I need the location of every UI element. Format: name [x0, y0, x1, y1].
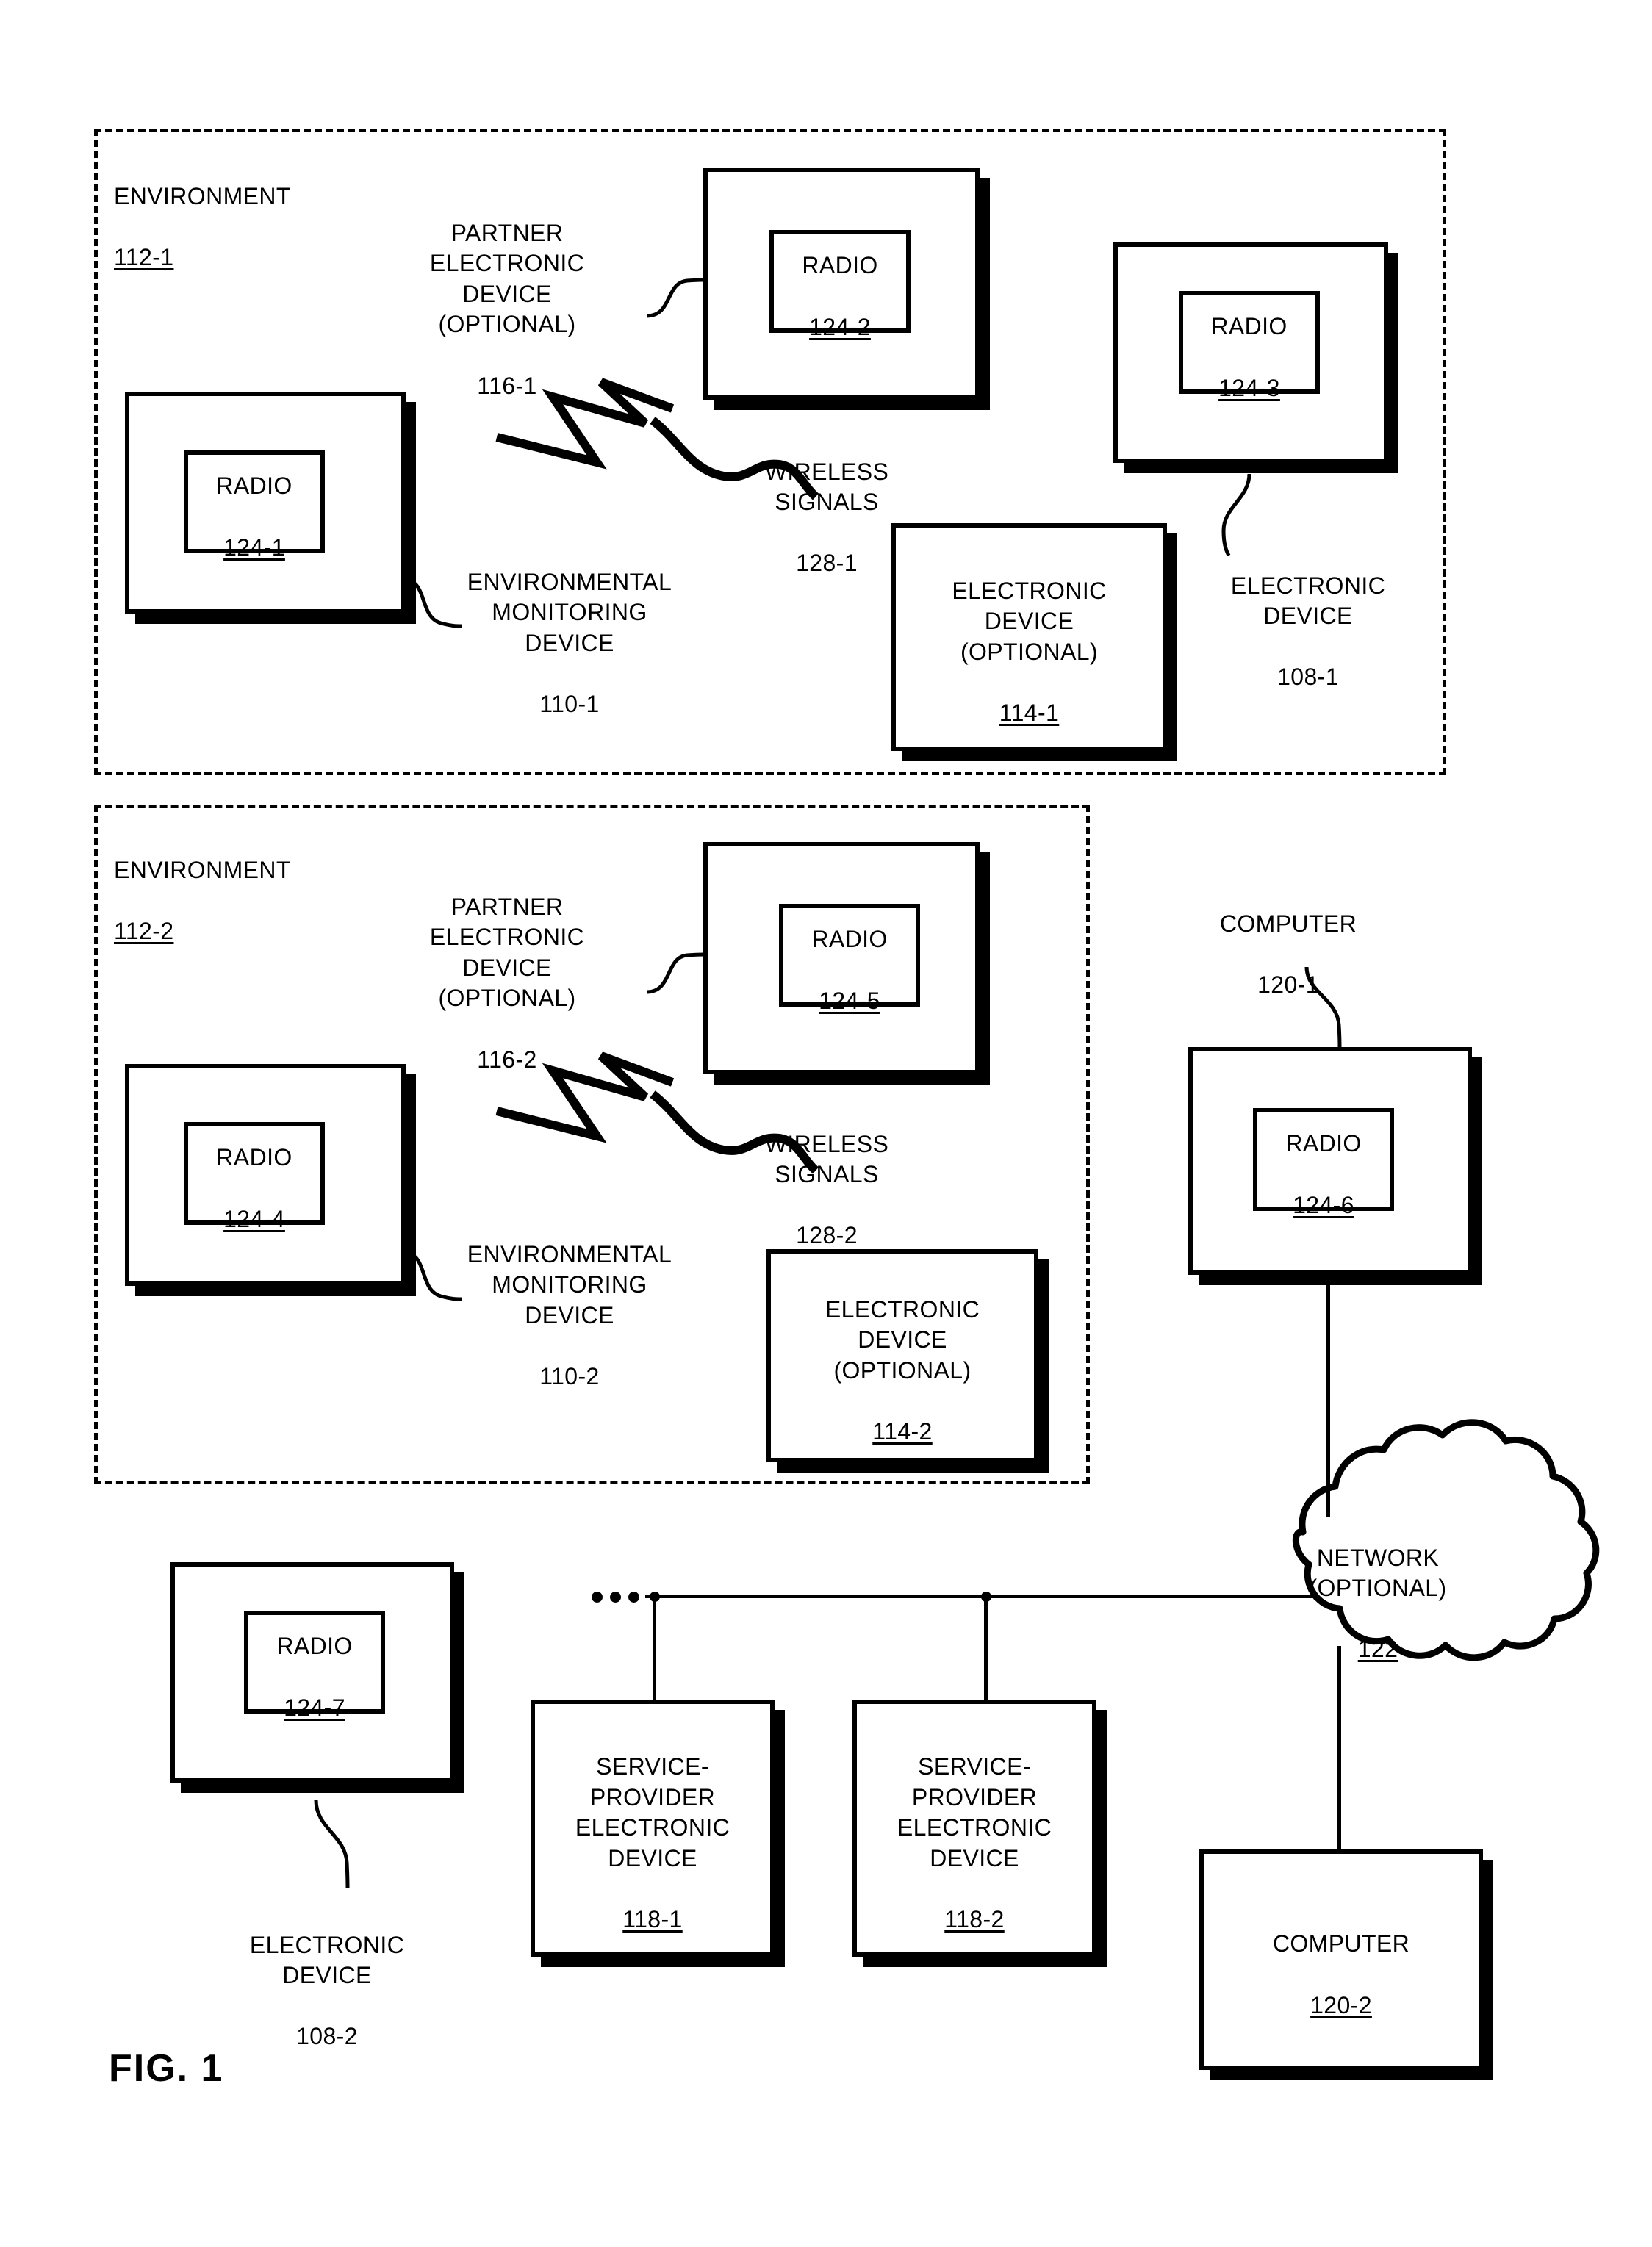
- radio-124-5-ref: 124-5: [819, 987, 880, 1014]
- link-network-to-computer-120-2: [1337, 1646, 1341, 1849]
- radio-124-5-text: RADIO 124-5: [811, 894, 887, 1016]
- service-provider-electronic-device-118-2-name: SERVICE- PROVIDER ELECTRONIC DEVICE: [897, 1753, 1052, 1872]
- radio-124-3-ref: 124-3: [1218, 374, 1280, 401]
- electronic-device-optional-114-1-ref: 114-1: [999, 700, 1060, 727]
- partner-electronic-device-116-2-label: PARTNER ELECTRONIC DEVICE (OPTIONAL) 116…: [397, 861, 617, 1075]
- computer-120-1-name: COMPUTER: [1219, 910, 1357, 937]
- wireless-signals-128-1-ref: 128-1: [796, 550, 858, 577]
- computer-120-2-ref: 120-2: [1310, 1991, 1372, 2018]
- computer-120-2-name: COMPUTER: [1272, 1930, 1410, 1957]
- bus-ellipsis-dot-1: [592, 1592, 603, 1603]
- electronic-device-108-1-ref: 108-1: [1277, 664, 1339, 691]
- wireless-signals-128-2-name: WIRELESS SIGNALS: [764, 1130, 889, 1188]
- electronic-device-optional-114-2-box: ELECTRONIC DEVICE (OPTIONAL) 114-2: [766, 1249, 1038, 1462]
- radio-124-7-ref: 124-7: [284, 1694, 345, 1721]
- partner-electronic-device-116-2-ref: 116-2: [477, 1046, 537, 1073]
- environment-112-2-label: ENVIRONMENT 112-2: [114, 824, 356, 946]
- environment-112-2-ref: 112-2: [114, 917, 174, 944]
- partner-electronic-device-116-1-label: PARTNER ELECTRONIC DEVICE (OPTIONAL) 116…: [397, 187, 617, 401]
- computer-120-1-ref: 120-1: [1257, 971, 1319, 998]
- electronic-device-108-2-ref: 108-2: [296, 2023, 358, 2050]
- service-provider-electronic-device-118-1-box: SERVICE- PROVIDER ELECTRONIC DEVICE 118-…: [531, 1700, 775, 1957]
- electronic-device-optional-114-2-text: ELECTRONIC DEVICE (OPTIONAL) 114-2: [825, 1264, 980, 1448]
- radio-124-7-box: RADIO 124-7: [244, 1611, 385, 1721]
- service-provider-electronic-device-118-2-text: SERVICE- PROVIDER ELECTRONIC DEVICE 118-…: [897, 1721, 1052, 1935]
- computer-120-2-text: COMPUTER 120-2: [1273, 1899, 1409, 2021]
- radio-124-6-text: RADIO 124-6: [1285, 1099, 1361, 1220]
- radio-124-4-name: RADIO: [216, 1144, 292, 1171]
- radio-124-4-text: RADIO 124-4: [216, 1112, 292, 1234]
- computer-120-2-box: COMPUTER 120-2: [1199, 1849, 1483, 2070]
- radio-124-1-name: RADIO: [216, 472, 292, 500]
- radio-124-3-name: RADIO: [1211, 313, 1288, 340]
- bus-drop-118-2: [984, 1595, 988, 1700]
- network-cloud-122-label: NETWORK (OPTIONAL) 122: [1264, 1512, 1492, 1665]
- bus-junction-118-1: [650, 1592, 660, 1602]
- wireless-signals-128-1-name: WIRELESS SIGNALS: [764, 458, 889, 516]
- bus-drop-118-1: [653, 1595, 656, 1700]
- radio-124-5-box: RADIO 124-5: [779, 904, 920, 1014]
- partner-electronic-device-116-1-ref: 116-1: [477, 372, 537, 399]
- environment-112-2-name: ENVIRONMENT: [114, 856, 291, 883]
- environmental-monitoring-device-110-2-name: ENVIRONMENTAL MONITORING DEVICE: [467, 1240, 672, 1329]
- radio-124-1-box: RADIO 124-1: [184, 450, 325, 561]
- environmental-monitoring-device-110-1-ref: 110-1: [539, 690, 600, 717]
- environmental-monitoring-device-110-2-label: ENVIRONMENTAL MONITORING DEVICE 110-2: [426, 1209, 713, 1392]
- service-provider-electronic-device-118-2-ref: 118-2: [944, 1905, 1005, 1933]
- service-provider-electronic-device-118-1-name: SERVICE- PROVIDER ELECTRONIC DEVICE: [575, 1753, 730, 1872]
- radio-124-2-text: RADIO 124-2: [802, 220, 877, 342]
- environment-112-1-label: ENVIRONMENT 112-1: [114, 151, 356, 273]
- bus-junction-118-2: [981, 1592, 991, 1602]
- radio-124-3-box: RADIO 124-3: [1179, 291, 1320, 401]
- wireless-signals-128-2-label: WIRELESS SIGNALS 128-2: [735, 1099, 919, 1251]
- network-cloud-122-name: NETWORK (OPTIONAL): [1309, 1544, 1447, 1602]
- network-cloud-122-ref: 122: [1357, 1636, 1398, 1663]
- service-provider-electronic-device-118-1-text: SERVICE- PROVIDER ELECTRONIC DEVICE 118-…: [575, 1721, 730, 1935]
- radio-124-2-ref: 124-2: [809, 313, 871, 340]
- electronic-device-108-1-name: ELECTRONIC DEVICE: [1230, 572, 1386, 630]
- radio-124-4-box: RADIO 124-4: [184, 1122, 325, 1232]
- radio-124-7-text: RADIO 124-7: [276, 1601, 352, 1723]
- radio-124-6-name: RADIO: [1285, 1130, 1362, 1157]
- radio-124-7-name: RADIO: [276, 1633, 353, 1660]
- radio-124-1-ref: 124-1: [223, 533, 285, 561]
- patent-figure-page: ENVIRONMENT 112-1 PARTNER ELECTRONIC DEV…: [0, 0, 1652, 2247]
- electronic-device-108-2-label: ELECTRONIC DEVICE 108-2: [220, 1899, 434, 2052]
- radio-124-3-text: RADIO 124-3: [1211, 281, 1287, 403]
- radio-124-5-name: RADIO: [811, 926, 888, 953]
- radio-124-2-box: RADIO 124-2: [769, 230, 911, 340]
- radio-124-6-ref: 124-6: [1293, 1191, 1354, 1218]
- bus-ellipsis-dot-3: [628, 1592, 639, 1603]
- electronic-device-optional-114-1-text: ELECTRONIC DEVICE (OPTIONAL) 114-1: [952, 545, 1106, 729]
- service-provider-electronic-device-118-1-ref: 118-1: [622, 1905, 683, 1933]
- electronic-device-108-1-label: ELECTRONIC DEVICE 108-1: [1205, 540, 1411, 693]
- environment-112-1-name: ENVIRONMENT: [114, 182, 291, 209]
- partner-electronic-device-116-1-name: PARTNER ELECTRONIC DEVICE (OPTIONAL): [429, 219, 585, 338]
- figure-label: FIG. 1: [109, 2047, 224, 2090]
- radio-124-1-text: RADIO 124-1: [216, 441, 292, 563]
- electronic-device-optional-114-2-name: ELECTRONIC DEVICE (OPTIONAL): [825, 1295, 980, 1384]
- electronic-device-optional-114-1-name: ELECTRONIC DEVICE (OPTIONAL): [952, 577, 1107, 665]
- environmental-monitoring-device-110-2-ref: 110-2: [539, 1362, 600, 1389]
- computer-120-1-label: COMPUTER 120-1: [1182, 878, 1395, 1000]
- radio-124-6-box: RADIO 124-6: [1253, 1108, 1394, 1218]
- electronic-device-optional-114-2-ref: 114-2: [872, 1418, 933, 1445]
- link-computer-120-1-to-network: [1326, 1275, 1330, 1517]
- environment-112-1-ref: 112-1: [114, 243, 174, 270]
- electronic-device-optional-114-1-box: ELECTRONIC DEVICE (OPTIONAL) 114-1: [891, 523, 1167, 751]
- bus-ellipsis-dot-2: [610, 1592, 621, 1603]
- environmental-monitoring-device-110-1-name: ENVIRONMENTAL MONITORING DEVICE: [467, 568, 672, 656]
- electronic-device-108-2-name: ELECTRONIC DEVICE: [249, 1931, 405, 1989]
- environmental-monitoring-device-110-1-label: ENVIRONMENTAL MONITORING DEVICE 110-1: [426, 536, 713, 720]
- wireless-signals-128-2-ref: 128-2: [796, 1222, 858, 1249]
- radio-124-4-ref: 124-4: [223, 1205, 285, 1232]
- partner-electronic-device-116-2-name: PARTNER ELECTRONIC DEVICE (OPTIONAL): [429, 893, 585, 1012]
- radio-124-2-name: RADIO: [802, 252, 878, 279]
- service-provider-electronic-device-118-2-box: SERVICE- PROVIDER ELECTRONIC DEVICE 118-…: [852, 1700, 1096, 1957]
